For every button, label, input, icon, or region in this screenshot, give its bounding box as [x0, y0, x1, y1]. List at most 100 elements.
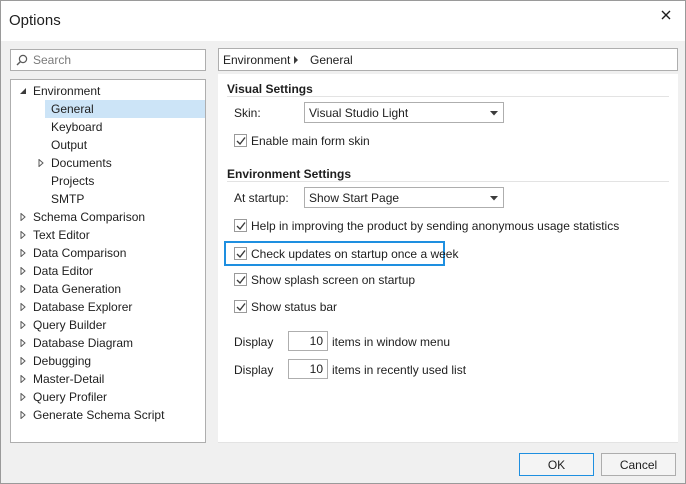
splash-screen-label: Show splash screen on startup [251, 273, 416, 287]
skin-select-value: Visual Studio Light [309, 106, 409, 120]
dropdown-arrow-icon [490, 111, 498, 116]
expand-icon[interactable] [19, 303, 27, 311]
tree-item-label: Projects [51, 174, 95, 188]
expand-icon[interactable] [19, 321, 27, 329]
tree-item-label: Keyboard [51, 120, 103, 134]
tree-item-label: Debugging [33, 354, 92, 368]
check-icon [236, 222, 246, 231]
tree-item-label: Output [51, 138, 88, 152]
check-icon [236, 276, 246, 285]
expand-icon[interactable] [19, 411, 27, 419]
tree-item-label: Data Comparison [33, 246, 127, 260]
expand-icon[interactable] [19, 249, 27, 257]
tree-item-label: Data Generation [33, 282, 122, 296]
expand-icon[interactable] [19, 267, 27, 275]
check-updates-label: Check updates on startup once a week [251, 247, 459, 261]
expand-icon[interactable] [19, 213, 27, 221]
recent-list-count-input[interactable]: 10 [288, 359, 328, 379]
expand-icon[interactable] [19, 375, 27, 383]
tree-item-schema-comparison[interactable]: Schema Comparison [11, 208, 205, 226]
checkbox-box[interactable] [234, 247, 247, 260]
breadcrumb-general: General [310, 53, 353, 67]
display-label: Display [234, 363, 274, 377]
expand-icon[interactable] [19, 393, 27, 401]
chevron-right-icon [294, 56, 298, 64]
tree-item-label: General [51, 102, 94, 116]
startup-label: At startup: [234, 191, 289, 205]
checkbox-box[interactable] [234, 273, 247, 286]
cancel-button[interactable]: Cancel [601, 453, 676, 476]
title-bar: Options [1, 1, 685, 41]
search-icon [16, 54, 28, 66]
close-button[interactable] [653, 4, 679, 26]
section-divider [227, 96, 669, 97]
usage-statistics-label: Help in improving the product by sending… [251, 219, 620, 233]
tree-item-label: SMTP [51, 192, 85, 206]
breadcrumb: Environment General [218, 48, 678, 71]
startup-select[interactable]: Show Start Page [304, 187, 504, 208]
expand-icon[interactable] [19, 231, 27, 239]
check-icon [236, 303, 246, 312]
dialog-title: Options [9, 12, 61, 29]
tree-item-master-detail[interactable]: Master-Detail [11, 370, 205, 388]
search-input[interactable] [33, 51, 201, 69]
display-label: Display [234, 335, 274, 349]
tree-item-label: Database Explorer [33, 300, 133, 314]
checkbox-box[interactable] [234, 219, 247, 232]
tree-item-query-builder[interactable]: Query Builder [11, 316, 205, 334]
window-menu-suffix: items in window menu [332, 335, 451, 349]
section-divider [227, 181, 669, 182]
tree-item-data-comparison[interactable]: Data Comparison [11, 244, 205, 262]
options-dialog: Options Environment General Keyboard Output… [0, 0, 686, 484]
usage-statistics-checkbox[interactable]: Help in improving the product by sending… [234, 217, 654, 235]
breadcrumb-environment[interactable]: Environment [223, 53, 290, 67]
check-icon [236, 250, 246, 259]
tree-item-database-diagram[interactable]: Database Diagram [11, 334, 205, 352]
checkbox-box[interactable] [234, 300, 247, 313]
check-updates-checkbox[interactable]: Check updates on startup once a week [234, 245, 458, 263]
search-box [10, 49, 206, 71]
tree-item-documents[interactable]: Documents [11, 154, 205, 172]
tree-item-query-profiler[interactable]: Query Profiler [11, 388, 205, 406]
window-menu-count-input[interactable]: 10 [288, 331, 328, 351]
enable-skin-checkbox[interactable]: Enable main form skin [234, 132, 434, 150]
tree-item-label: Query Profiler [33, 390, 108, 404]
status-bar-checkbox[interactable]: Show status bar [234, 298, 434, 316]
tree-item-label: Data Editor [33, 264, 94, 278]
splash-screen-checkbox[interactable]: Show splash screen on startup [234, 271, 434, 289]
visual-settings-title: Visual Settings [227, 82, 313, 96]
recent-list-suffix: items in recently used list [332, 363, 467, 377]
expand-icon[interactable] [19, 339, 27, 347]
ok-button[interactable]: OK [519, 453, 594, 476]
skin-label: Skin: [234, 106, 261, 120]
expand-icon[interactable] [37, 159, 45, 167]
tree-item-database-explorer[interactable]: Database Explorer [11, 298, 205, 316]
collapse-icon[interactable] [19, 87, 27, 95]
expand-icon[interactable] [19, 357, 27, 365]
tree-item-label: Text Editor [33, 228, 90, 242]
tree-item-label: Documents [51, 156, 112, 170]
tree-item-label: Environment [33, 84, 101, 98]
window-menu-count-value: 10 [309, 334, 323, 348]
check-icon [236, 137, 246, 146]
close-icon [661, 10, 671, 20]
tree-item-generate-schema-script[interactable]: Generate Schema Script [11, 406, 205, 424]
checkbox-box[interactable] [234, 134, 247, 147]
tree-item-label: Generate Schema Script [33, 408, 165, 422]
expand-icon[interactable] [19, 285, 27, 293]
tree-item-keyboard[interactable]: Keyboard [11, 118, 205, 136]
tree-item-data-generation[interactable]: Data Generation [11, 280, 205, 298]
tree-item-text-editor[interactable]: Text Editor [11, 226, 205, 244]
tree-item-general[interactable]: General [11, 100, 205, 118]
tree-item-environment[interactable]: Environment [11, 82, 205, 100]
tree-item-label: Master-Detail [33, 372, 105, 386]
tree-item-debugging[interactable]: Debugging [11, 352, 205, 370]
recent-list-count-value: 10 [309, 362, 323, 376]
settings-panel: Visual Settings Skin: Visual Studio Ligh… [218, 74, 678, 443]
tree-item-smtp[interactable]: SMTP [11, 190, 205, 208]
tree-item-projects[interactable]: Projects [11, 172, 205, 190]
skin-select[interactable]: Visual Studio Light [304, 102, 504, 123]
tree-item-output[interactable]: Output [11, 136, 205, 154]
options-tree: Environment General Keyboard Output Document… [10, 79, 206, 443]
tree-item-data-editor[interactable]: Data Editor [11, 262, 205, 280]
